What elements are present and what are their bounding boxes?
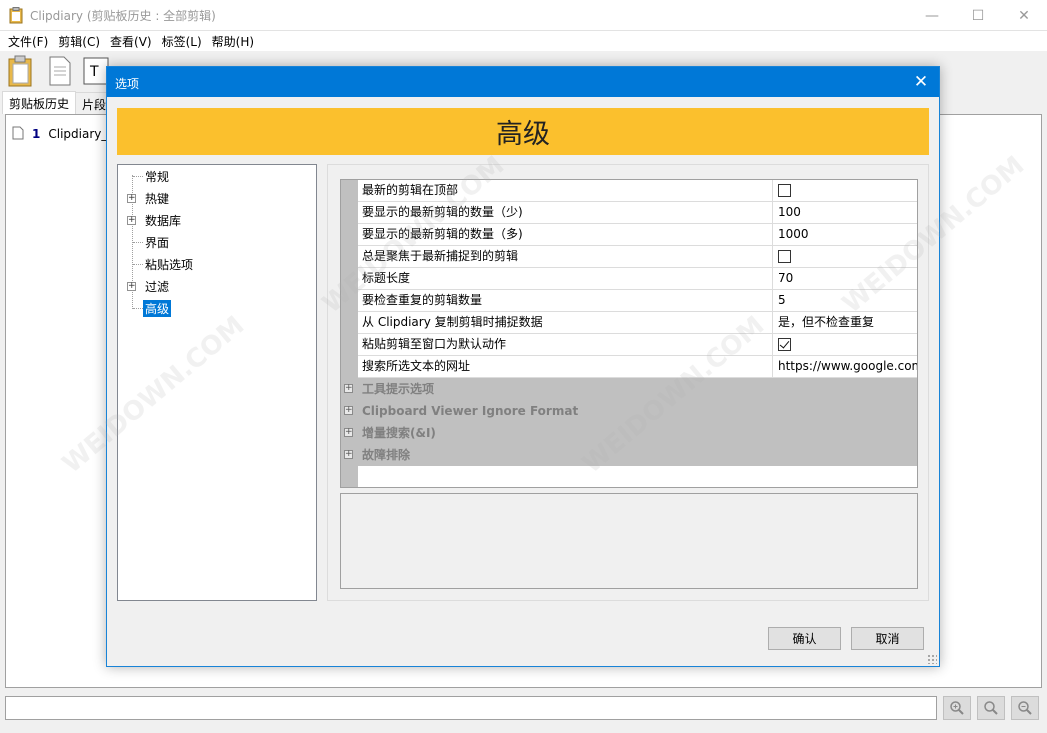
tree-connector bbox=[133, 176, 143, 177]
clip-title: Clipdiary_5 bbox=[48, 127, 115, 141]
category-label: 工具提示选项 bbox=[362, 382, 435, 396]
tree-item-filter[interactable]: + 过滤 bbox=[118, 277, 218, 295]
property-name: 从 Clipdiary 复制剪辑时捕捉数据 bbox=[362, 312, 773, 333]
tree-item-label[interactable]: 常规 bbox=[143, 168, 171, 185]
menu-bar: 文件(F) 剪辑(C) 查看(V) 标签(L) 帮助(H) bbox=[0, 31, 1047, 51]
main-titlebar: Clipdiary (剪贴板历史 : 全部剪辑) — ☐ ✕ bbox=[0, 0, 1047, 31]
expand-plus-icon[interactable]: + bbox=[344, 428, 353, 437]
tree-item-label[interactable]: 界面 bbox=[143, 234, 171, 251]
settings-panel: 最新的剪辑在顶部 要显示的最新剪辑的数量（少) 100 要显示的最新剪辑的数量（… bbox=[327, 164, 929, 601]
property-name: 标题长度 bbox=[362, 268, 773, 289]
section-banner: 高级 bbox=[117, 108, 929, 155]
tree-item-label[interactable]: 过滤 bbox=[143, 278, 171, 295]
tree-connector bbox=[133, 264, 143, 265]
menu-tags[interactable]: 标签(L) bbox=[158, 33, 206, 50]
search-input[interactable] bbox=[5, 696, 937, 720]
text-document-icon bbox=[12, 126, 24, 143]
category-row[interactable]: + 故障排除 bbox=[341, 444, 917, 466]
tree-item-hotkeys[interactable]: + 热键 bbox=[118, 189, 218, 207]
ok-button[interactable]: 确认 bbox=[768, 627, 841, 650]
checkbox[interactable] bbox=[778, 184, 791, 197]
property-value[interactable]: 5 bbox=[774, 290, 917, 311]
property-name: 总是聚焦于最新捕捉到的剪辑 bbox=[362, 246, 773, 267]
svg-text:T: T bbox=[89, 64, 99, 80]
property-row[interactable]: 要显示的最新剪辑的数量（少) 100 bbox=[358, 202, 917, 224]
property-row[interactable]: 从 Clipdiary 复制剪辑时捕捉数据 是，但不检查重复 bbox=[358, 312, 917, 334]
property-row[interactable]: 要检查重复的剪辑数量 5 bbox=[358, 290, 917, 312]
property-name: 搜索所选文本的网址 bbox=[362, 356, 773, 377]
document-icon[interactable] bbox=[44, 54, 76, 88]
property-value[interactable]: 是，但不检查重复 bbox=[774, 312, 917, 333]
checkbox-checked[interactable] bbox=[778, 338, 791, 351]
property-name: 最新的剪辑在顶部 bbox=[362, 180, 773, 201]
tab-clipboard-history[interactable]: 剪贴板历史 bbox=[2, 91, 77, 114]
expand-plus-icon[interactable]: + bbox=[127, 216, 136, 225]
expand-plus-icon[interactable]: + bbox=[344, 406, 353, 415]
tree-item-label[interactable]: 热键 bbox=[143, 190, 171, 207]
dialog-close-button[interactable]: ✕ bbox=[903, 67, 939, 97]
property-name: 要检查重复的剪辑数量 bbox=[362, 290, 773, 311]
property-value[interactable]: 1000 bbox=[774, 224, 917, 245]
property-row[interactable]: 标题长度 70 bbox=[358, 268, 917, 290]
property-row[interactable]: 粘贴剪辑至窗口为默认动作 bbox=[358, 334, 917, 356]
menu-clip[interactable]: 剪辑(C) bbox=[54, 33, 104, 50]
property-value[interactable] bbox=[774, 334, 917, 355]
tree-item-label[interactable]: 高级 bbox=[143, 299, 172, 317]
expand-plus-icon[interactable]: + bbox=[127, 282, 136, 291]
resize-grip-icon[interactable] bbox=[927, 654, 937, 664]
property-row[interactable]: 总是聚焦于最新捕捉到的剪辑 bbox=[358, 246, 917, 268]
property-name: 要显示的最新剪辑的数量（多) bbox=[362, 224, 773, 245]
checkbox[interactable] bbox=[778, 250, 791, 263]
expand-plus-icon[interactable]: + bbox=[127, 194, 136, 203]
maximize-button[interactable]: ☐ bbox=[955, 0, 1001, 31]
dialog-titlebar: 选项 ✕ bbox=[107, 67, 939, 97]
zoom-in-icon[interactable] bbox=[943, 696, 971, 720]
options-tree[interactable]: 常规 + 热键 + 数据库 界面 粘贴选项 + 过滤 高级 bbox=[117, 164, 317, 601]
tree-item-label[interactable]: 粘贴选项 bbox=[143, 256, 195, 273]
clip-number: 1 bbox=[32, 127, 41, 141]
menu-file[interactable]: 文件(F) bbox=[4, 33, 52, 50]
property-description-box bbox=[340, 493, 918, 589]
dialog-title: 选项 bbox=[115, 77, 140, 91]
category-row[interactable]: + 增量搜索(&I) bbox=[341, 422, 917, 444]
expand-plus-icon[interactable]: + bbox=[344, 384, 353, 393]
category-label: 增量搜索(&I) bbox=[362, 426, 436, 440]
search-icon[interactable] bbox=[977, 696, 1005, 720]
list-item[interactable]: 1 Clipdiary_5 bbox=[12, 124, 115, 144]
tree-connector bbox=[133, 242, 143, 243]
menu-help[interactable]: 帮助(H) bbox=[208, 33, 258, 50]
category-label: Clipboard Viewer Ignore Format bbox=[362, 404, 579, 418]
property-row[interactable]: 最新的剪辑在顶部 bbox=[358, 180, 917, 202]
property-name: 要显示的最新剪辑的数量（少) bbox=[362, 202, 773, 223]
minimize-button[interactable]: — bbox=[909, 0, 955, 31]
property-value[interactable] bbox=[774, 246, 917, 267]
menu-view[interactable]: 查看(V) bbox=[106, 33, 156, 50]
category-row[interactable]: + 工具提示选项 bbox=[341, 378, 917, 400]
tree-item-label[interactable]: 数据库 bbox=[143, 212, 183, 229]
options-dialog: 选项 ✕ 高级 常规 + 热键 + 数据库 界面 粘贴选项 + 过滤 高级 最新… bbox=[106, 66, 940, 667]
window-title: Clipdiary (剪贴板历史 : 全部剪辑) bbox=[30, 9, 216, 23]
property-row[interactable]: 要显示的最新剪辑的数量（多) 1000 bbox=[358, 224, 917, 246]
property-row[interactable]: 搜索所选文本的网址 https://www.google.com bbox=[358, 356, 917, 378]
tree-item-database[interactable]: + 数据库 bbox=[118, 211, 218, 229]
expand-plus-icon[interactable]: + bbox=[344, 450, 353, 459]
category-row[interactable]: + Clipboard Viewer Ignore Format bbox=[341, 400, 917, 422]
category-label: 故障排除 bbox=[362, 448, 411, 462]
property-name: 粘贴剪辑至窗口为默认动作 bbox=[362, 334, 773, 355]
paste-icon[interactable] bbox=[5, 54, 37, 88]
property-value[interactable]: 100 bbox=[774, 202, 917, 223]
property-grid[interactable]: 最新的剪辑在顶部 要显示的最新剪辑的数量（少) 100 要显示的最新剪辑的数量（… bbox=[340, 179, 918, 488]
property-value[interactable] bbox=[774, 180, 917, 201]
property-value[interactable]: https://www.google.com bbox=[774, 356, 917, 377]
property-value[interactable]: 70 bbox=[774, 268, 917, 289]
tree-connector bbox=[133, 308, 143, 309]
clipboard-app-icon bbox=[9, 7, 23, 24]
cancel-button[interactable]: 取消 bbox=[851, 627, 924, 650]
zoom-out-icon[interactable] bbox=[1011, 696, 1039, 720]
close-window-button[interactable]: ✕ bbox=[1001, 0, 1047, 31]
